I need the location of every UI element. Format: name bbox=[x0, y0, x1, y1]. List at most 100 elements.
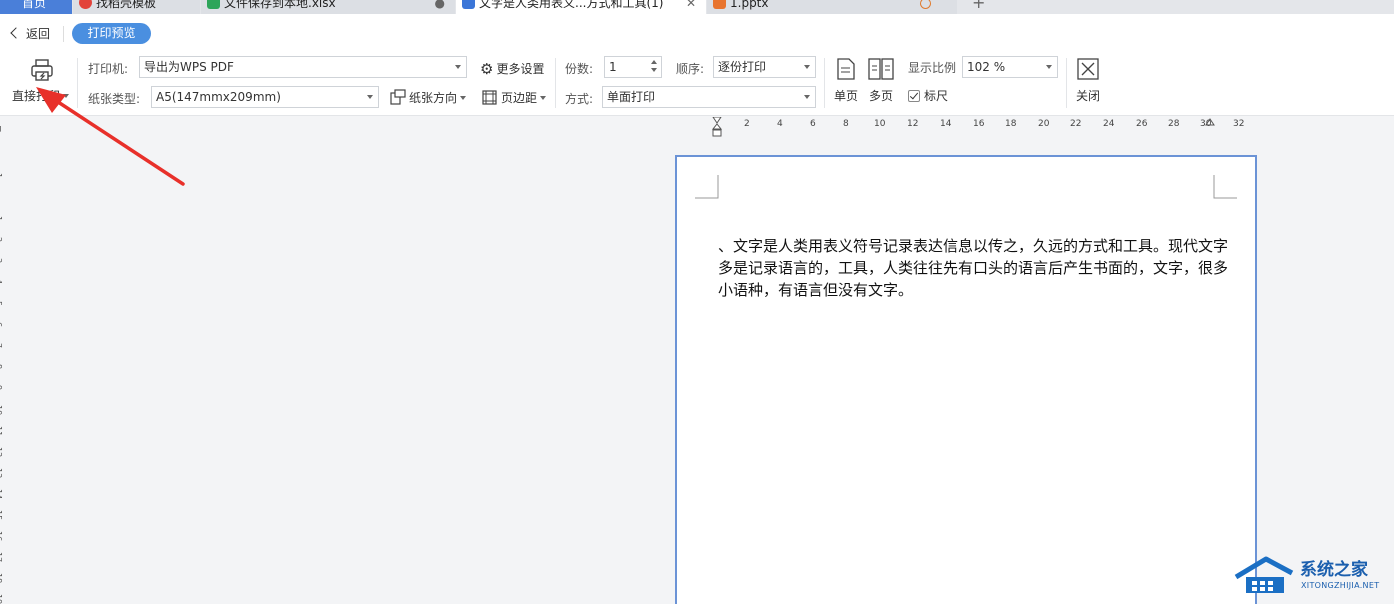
v-ruler-label: 10 bbox=[0, 405, 3, 416]
docer-icon bbox=[79, 0, 92, 9]
close-label: 关闭 bbox=[1076, 89, 1101, 103]
order-label: 顺序: bbox=[676, 62, 705, 76]
v-ruler-label: 7 bbox=[0, 343, 3, 348]
annotation-arrow-icon bbox=[36, 87, 185, 186]
tab-pptx[interactable]: 1.pptx bbox=[707, 0, 957, 14]
arrow-up-icon[interactable] bbox=[651, 60, 657, 64]
v-ruler-label: 16 bbox=[0, 531, 3, 542]
spreadsheet-icon bbox=[207, 0, 220, 9]
tab-home[interactable]: 首页 bbox=[0, 0, 72, 14]
single-page-button[interactable]: 单页 bbox=[832, 56, 860, 103]
tab-label: 文字是人类用表义...方式和工具(1) bbox=[479, 0, 664, 10]
tab-xlsx[interactable]: 文件保存到本地.xlsx ● bbox=[201, 0, 455, 14]
v-ruler-label: 1 bbox=[0, 216, 3, 221]
v-ruler-label: 3 bbox=[0, 258, 3, 263]
v-ruler-label: 14 bbox=[0, 489, 3, 500]
h-ruler-label: 20 bbox=[1038, 119, 1050, 129]
ruler-corner: ⌐ bbox=[0, 125, 4, 133]
print-toolbar: 直接打印 打印机: 导出为WPS PDF 纸张类型: A5(147mmx209m… bbox=[0, 52, 1394, 116]
tab-label: 1.pptx bbox=[730, 0, 769, 10]
margin-corner-top-left bbox=[695, 175, 719, 199]
more-settings-text: 更多设置 bbox=[496, 62, 545, 76]
margin-corner-top-right bbox=[1213, 175, 1237, 199]
printer-icon bbox=[31, 59, 53, 81]
close-button[interactable]: 关闭 bbox=[1074, 56, 1104, 103]
paper-orientation-button[interactable]: 纸张方向 bbox=[390, 89, 467, 106]
divider bbox=[1066, 58, 1067, 108]
ruler-toggle[interactable]: 标尺 bbox=[908, 87, 948, 104]
tab-bar: 首页 找稻壳模板 文件保存到本地.xlsx ● 文字是人类用表义...方式和工具… bbox=[0, 0, 1394, 14]
new-tab-icon[interactable]: + bbox=[972, 0, 985, 12]
dropdown-arrow-icon bbox=[804, 65, 810, 69]
divider bbox=[555, 58, 556, 108]
margins-icon bbox=[482, 90, 497, 105]
multi-page-button[interactable]: 多页 bbox=[866, 56, 896, 103]
tab-doc-active[interactable]: 文字是人类用表义...方式和工具(1) ✕ bbox=[456, 0, 706, 14]
tab-templates[interactable]: 找稻壳模板 bbox=[73, 0, 200, 14]
indent-marker-icon[interactable] bbox=[712, 117, 722, 137]
h-ruler-label: 16 bbox=[973, 119, 985, 129]
stepper-arrows[interactable] bbox=[647, 57, 661, 77]
ruler-checkbox[interactable] bbox=[908, 90, 920, 102]
h-ruler-label: 32 bbox=[1233, 119, 1245, 129]
printer-select[interactable]: 导出为WPS PDF bbox=[139, 56, 467, 78]
v-ruler-label: 15 bbox=[0, 510, 3, 521]
margins-button[interactable]: 页边距 bbox=[482, 89, 547, 106]
print-preview-badge: 打印预览 bbox=[72, 23, 151, 44]
more-settings-button[interactable]: ⚙ 更多设置 bbox=[480, 60, 544, 78]
h-ruler-label: 6 bbox=[810, 119, 816, 129]
preview-header: 返回 打印预览 bbox=[0, 14, 1394, 52]
h-ruler-label: 28 bbox=[1168, 119, 1180, 129]
single-page-label: 单页 bbox=[834, 89, 859, 103]
watermark-url: XITONGZHIJIA.NET bbox=[1301, 581, 1380, 590]
printer-value: 导出为WPS PDF bbox=[144, 60, 234, 74]
v-ruler-label: 18 bbox=[0, 573, 3, 584]
copies-label: 份数: bbox=[565, 62, 594, 76]
printer-label: 打印机: bbox=[88, 62, 129, 76]
gear-icon: ⚙ bbox=[480, 60, 494, 78]
writer-icon bbox=[462, 0, 475, 9]
order-value: 逐份打印 bbox=[718, 60, 767, 74]
copies-value: 1 bbox=[609, 60, 617, 74]
v-ruler-label: 5 bbox=[0, 301, 3, 306]
orientation-icon bbox=[390, 89, 406, 105]
h-ruler-label: 22 bbox=[1070, 119, 1082, 129]
order-select[interactable]: 逐份打印 bbox=[713, 56, 816, 78]
orientation-text: 纸张方向 bbox=[409, 91, 458, 105]
vertical-ruler: ⌐ 1 1 2 3 4 5 6 7 8 9 10 11 12 13 14 15 … bbox=[0, 117, 16, 604]
v-ruler-label: 1 bbox=[0, 173, 3, 178]
divider bbox=[63, 26, 64, 42]
zoom-value: 102 % bbox=[967, 60, 1006, 74]
dropdown-arrow-icon bbox=[804, 95, 810, 99]
arrow-down-icon[interactable] bbox=[651, 68, 657, 72]
h-ruler-label: 2 bbox=[744, 119, 750, 129]
h-ruler-label: 24 bbox=[1103, 119, 1115, 129]
v-ruler-label: 19 bbox=[0, 594, 3, 604]
horizontal-ruler: 2 4 6 8 10 12 14 16 18 20 22 24 26 28 30… bbox=[684, 117, 1254, 137]
tab-label: 找稻壳模板 bbox=[96, 0, 157, 10]
h-ruler-label: 4 bbox=[777, 119, 783, 129]
back-button[interactable]: 返回 bbox=[10, 25, 50, 42]
ruler-label: 标尺 bbox=[924, 89, 949, 103]
v-ruler-label: 11 bbox=[0, 426, 3, 437]
h-ruler-label: 18 bbox=[1005, 119, 1017, 129]
zoom-select[interactable]: 102 % bbox=[962, 56, 1058, 78]
multi-page-icon bbox=[868, 58, 894, 80]
v-ruler-label: 17 bbox=[0, 552, 3, 563]
h-ruler-label: 12 bbox=[907, 119, 919, 129]
v-ruler-label: 6 bbox=[0, 322, 3, 327]
close-icon[interactable]: ● bbox=[435, 0, 445, 12]
warning-icon bbox=[920, 0, 931, 9]
copies-stepper[interactable]: 1 bbox=[604, 56, 662, 78]
h-ruler-label: 30 bbox=[1200, 119, 1212, 129]
multi-page-label: 多页 bbox=[869, 89, 894, 103]
tab-home-label: 首页 bbox=[22, 0, 47, 10]
margins-label: 页边距 bbox=[482, 90, 547, 105]
v-ruler-label: 9 bbox=[0, 385, 3, 390]
dropdown-arrow-icon bbox=[1046, 65, 1052, 69]
more-settings-label: ⚙ 更多设置 bbox=[480, 60, 545, 78]
method-select[interactable]: 单面打印 bbox=[602, 86, 816, 108]
close-icon bbox=[1077, 58, 1099, 80]
close-icon[interactable]: ✕ bbox=[686, 0, 696, 12]
divider bbox=[824, 58, 825, 108]
